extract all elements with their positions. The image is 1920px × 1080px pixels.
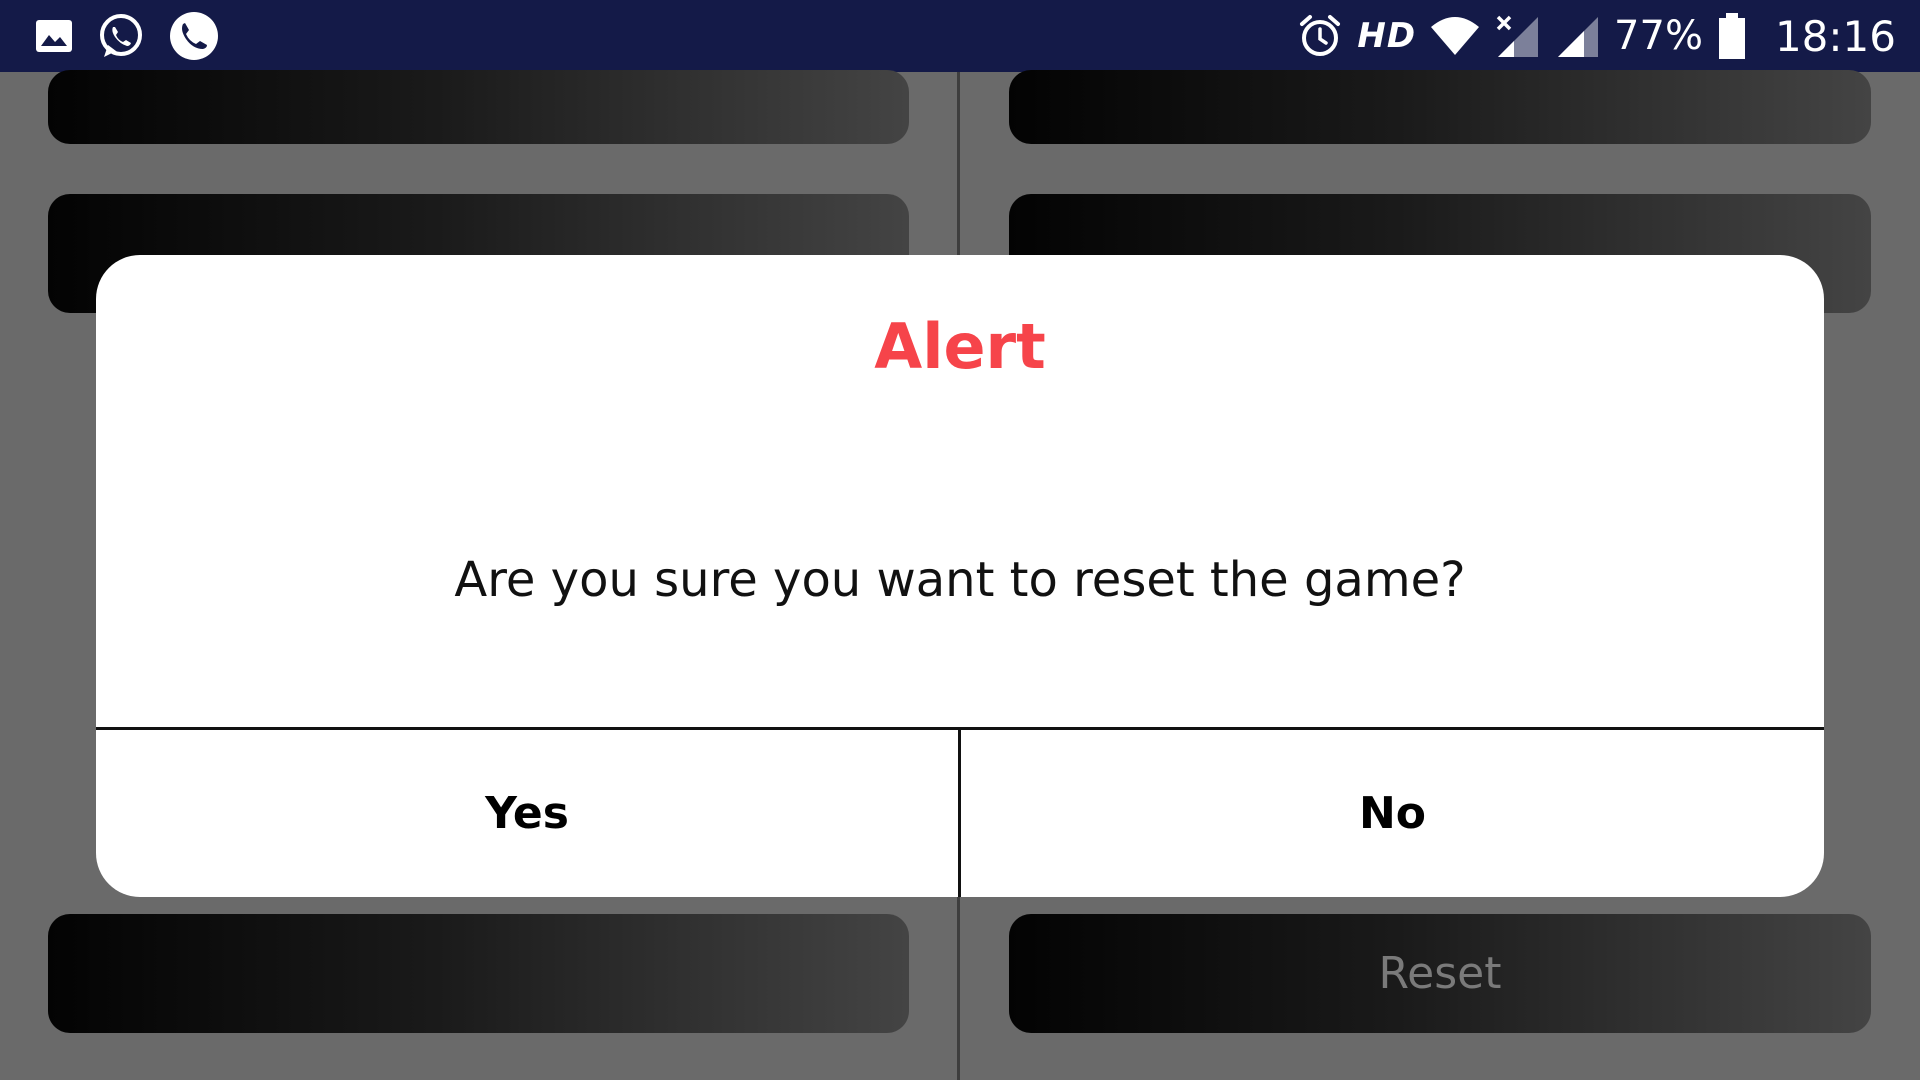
- game-cell[interactable]: [48, 70, 909, 144]
- signal-no-service-icon: [1494, 13, 1540, 59]
- yes-button[interactable]: Yes: [96, 730, 958, 897]
- signal-icon: [1554, 13, 1600, 59]
- battery-icon: [1717, 12, 1747, 60]
- status-bar-notifications: [34, 12, 220, 60]
- battery-percent: 77%: [1614, 13, 1703, 59]
- wifi-icon: [1430, 15, 1480, 57]
- whatsapp-icon: [96, 11, 146, 61]
- game-cell[interactable]: [1009, 70, 1871, 144]
- hd-voice-label: HD: [1357, 16, 1417, 56]
- dialog-title: Alert: [874, 310, 1046, 383]
- reset-button-label: Reset: [1378, 948, 1502, 999]
- status-bar: HD 77% 18:16: [0, 0, 1920, 72]
- gallery-icon: [34, 16, 74, 56]
- status-bar-system: HD 77% 18:16: [1297, 0, 1896, 72]
- game-cell[interactable]: [48, 914, 909, 1033]
- alert-dialog: Alert Are you sure you want to reset the…: [96, 255, 1824, 897]
- no-button[interactable]: No: [961, 730, 1824, 897]
- dialog-message: Are you sure you want to reset the game?: [454, 552, 1466, 608]
- reset-button[interactable]: Reset: [1009, 914, 1871, 1033]
- status-bar-clock: 18:16: [1774, 11, 1896, 61]
- alarm-icon: [1297, 13, 1343, 59]
- phone-call-icon: [168, 10, 220, 62]
